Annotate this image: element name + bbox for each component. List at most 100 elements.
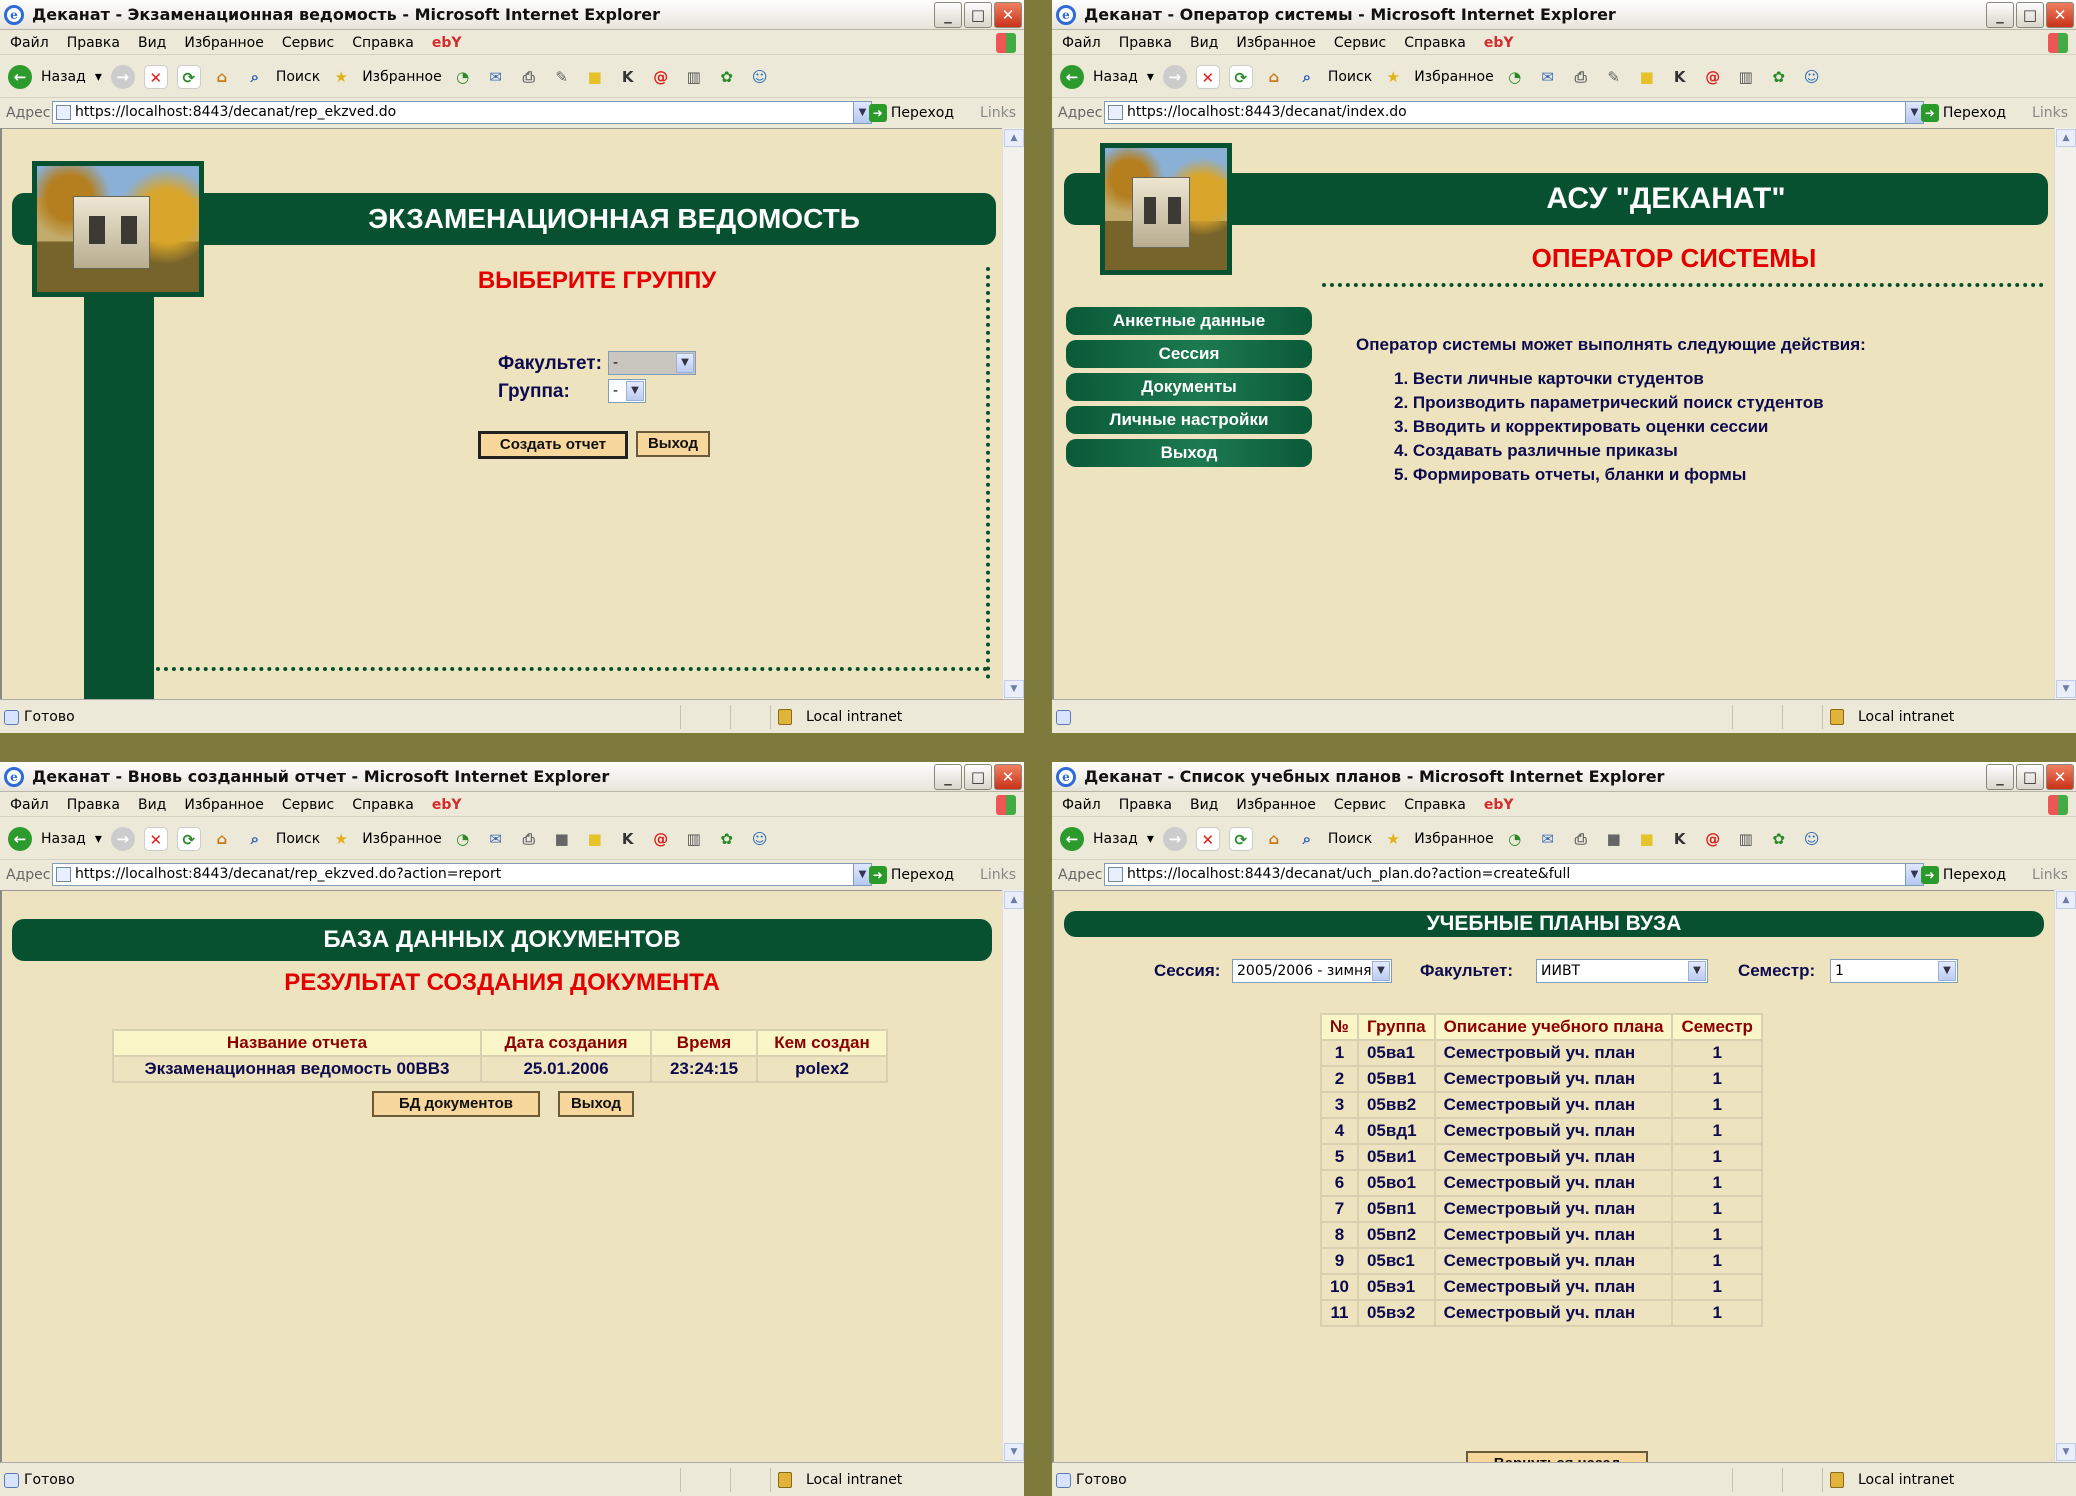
- mail-icon[interactable]: ✉: [1536, 827, 1560, 851]
- history-icon[interactable]: ◔: [1503, 827, 1527, 851]
- vertical-scrollbar[interactable]: ▲ ▼: [1002, 890, 1024, 1462]
- scroll-down-icon[interactable]: ▼: [1004, 1443, 1024, 1461]
- menu-view[interactable]: Вид: [138, 35, 166, 51]
- menu-favorites[interactable]: Избранное: [1236, 35, 1316, 51]
- table-row[interactable]: 9 05вс1 Семестровый уч. план 1: [1320, 1247, 1763, 1275]
- menu-file[interactable]: Файл: [1062, 35, 1101, 51]
- at-icon[interactable]: @: [649, 65, 673, 89]
- dropdown-arrow-icon[interactable]: ▾: [1147, 831, 1154, 847]
- search-icon[interactable]: ⌕: [1295, 827, 1319, 851]
- refresh-icon[interactable]: ⟳: [176, 64, 201, 89]
- search-label[interactable]: Поиск: [1328, 831, 1372, 847]
- dropdown-arrow-icon[interactable]: ▾: [95, 831, 102, 847]
- vertical-scrollbar[interactable]: ▲ ▼: [2054, 890, 2076, 1462]
- menu-favorites[interactable]: Избранное: [1236, 797, 1316, 813]
- ebay-icon[interactable]: ebY: [432, 797, 462, 813]
- links-label[interactable]: Links: [2032, 99, 2068, 127]
- plan-description-cell[interactable]: Семестровый уч. план: [1433, 1091, 1674, 1119]
- create-report-button[interactable]: Создать отчет: [478, 431, 628, 459]
- plan-description-cell[interactable]: Семестровый уч. план: [1433, 1143, 1674, 1171]
- edit-icon[interactable]: ✎: [550, 65, 574, 89]
- search-label[interactable]: Поиск: [276, 69, 320, 85]
- menu-edit[interactable]: Правка: [1119, 797, 1172, 813]
- plan-description-cell[interactable]: Семестровый уч. план: [1433, 1039, 1674, 1067]
- ebay-icon[interactable]: ebY: [432, 35, 462, 51]
- home-icon[interactable]: ⌂: [1262, 65, 1286, 89]
- title-bar[interactable]: e Деканат - Список учебных планов - Micr…: [1052, 762, 2076, 792]
- faculty-select[interactable]: ИИВТ ▼: [1536, 959, 1708, 983]
- exit-button[interactable]: Выход: [636, 431, 710, 457]
- at-icon[interactable]: @: [1701, 65, 1725, 89]
- menu-help[interactable]: Справка: [1404, 797, 1466, 813]
- menu-file[interactable]: Файл: [10, 35, 49, 51]
- notes-icon[interactable]: ■: [583, 827, 607, 851]
- back-label[interactable]: Назад: [41, 831, 86, 847]
- edit-icon[interactable]: ■: [1602, 827, 1626, 851]
- notes-icon[interactable]: ■: [1635, 827, 1659, 851]
- back-arrow-icon[interactable]: ←: [1060, 826, 1084, 851]
- vertical-scrollbar[interactable]: ▲ ▼: [1002, 128, 1024, 699]
- mail-icon[interactable]: ✉: [484, 827, 508, 851]
- search-icon[interactable]: ⌕: [243, 827, 267, 851]
- search-label[interactable]: Поиск: [1328, 69, 1372, 85]
- home-icon[interactable]: ⌂: [210, 65, 234, 89]
- address-input[interactable]: https://localhost:8443/decanat/rep_ekzve…: [52, 101, 872, 124]
- favorites-label[interactable]: Избранное: [1414, 831, 1494, 847]
- close-button[interactable]: ✕: [2046, 2, 2074, 28]
- menu-tools[interactable]: Сервис: [1334, 35, 1386, 51]
- messenger-icon[interactable]: ☺: [1800, 827, 1824, 851]
- gear-icon[interactable]: ✿: [715, 827, 739, 851]
- stop-icon[interactable]: ✕: [143, 826, 168, 851]
- research-icon[interactable]: ▥: [1734, 827, 1758, 851]
- report-name-cell[interactable]: Экзаменационная ведомость 00ВВ3: [112, 1055, 482, 1083]
- plan-description-cell[interactable]: Семестровый уч. план: [1433, 1117, 1674, 1145]
- menu-favorites[interactable]: Избранное: [184, 797, 264, 813]
- edit-icon[interactable]: ✎: [1602, 65, 1626, 89]
- stop-icon[interactable]: ✕: [1195, 826, 1220, 851]
- messenger-icon[interactable]: ☺: [748, 827, 772, 851]
- ebay-icon[interactable]: ebY: [1484, 797, 1514, 813]
- back-label[interactable]: Назад: [41, 69, 86, 85]
- menu-personal-settings[interactable]: Личные настройки: [1066, 406, 1312, 434]
- title-bar[interactable]: e Деканат - Экзаменационная ведомость - …: [0, 0, 1024, 30]
- forward-arrow-icon[interactable]: →: [110, 64, 135, 89]
- session-select[interactable]: 2005/2006 - зимняя ▼: [1232, 959, 1392, 983]
- table-row[interactable]: 6 05во1 Семестровый уч. план 1: [1320, 1169, 1763, 1197]
- favorites-label[interactable]: Избранное: [362, 831, 442, 847]
- favorites-star-icon[interactable]: ★: [1381, 65, 1405, 89]
- home-icon[interactable]: ⌂: [210, 827, 234, 851]
- go-button[interactable]: ➜ Переход: [1920, 864, 2006, 886]
- table-row[interactable]: Экзаменационная ведомость 00ВВ3 25.01.20…: [112, 1055, 888, 1083]
- menu-edit[interactable]: Правка: [67, 797, 120, 813]
- table-row[interactable]: 8 05вп2 Семестровый уч. план 1: [1320, 1221, 1763, 1249]
- forward-arrow-icon[interactable]: →: [1162, 64, 1187, 89]
- minimize-button[interactable]: _: [1986, 2, 2014, 28]
- close-button[interactable]: ✕: [994, 2, 1022, 28]
- k-icon[interactable]: K: [1668, 827, 1692, 851]
- forward-arrow-icon[interactable]: →: [1162, 826, 1187, 851]
- close-button[interactable]: ✕: [994, 764, 1022, 790]
- edit-icon[interactable]: ■: [550, 827, 574, 851]
- menu-edit[interactable]: Правка: [1119, 35, 1172, 51]
- go-button[interactable]: ➜ Переход: [1920, 102, 2006, 124]
- messenger-icon[interactable]: ☺: [1800, 65, 1824, 89]
- go-button[interactable]: ➜ Переход: [868, 864, 954, 886]
- menu-file[interactable]: Файл: [1062, 797, 1101, 813]
- k-icon[interactable]: K: [616, 827, 640, 851]
- table-row[interactable]: 4 05вд1 Семестровый уч. план 1: [1320, 1117, 1763, 1145]
- table-row[interactable]: 7 05вп1 Семестровый уч. план 1: [1320, 1195, 1763, 1223]
- scroll-up-icon[interactable]: ▲: [1004, 129, 1024, 147]
- menu-favorites[interactable]: Избранное: [184, 35, 264, 51]
- back-arrow-icon[interactable]: ←: [8, 64, 32, 89]
- table-row[interactable]: 5 05ви1 Семестровый уч. план 1: [1320, 1143, 1763, 1171]
- refresh-icon[interactable]: ⟳: [1228, 826, 1253, 851]
- history-icon[interactable]: ◔: [451, 65, 475, 89]
- vertical-scrollbar[interactable]: ▲ ▼: [2054, 128, 2076, 699]
- menu-help[interactable]: Справка: [1404, 35, 1466, 51]
- go-back-button[interactable]: Вернуться назад: [1466, 1451, 1648, 1462]
- back-arrow-icon[interactable]: ←: [8, 826, 32, 851]
- forward-arrow-icon[interactable]: →: [110, 826, 135, 851]
- at-icon[interactable]: @: [649, 827, 673, 851]
- refresh-icon[interactable]: ⟳: [176, 826, 201, 851]
- menu-help[interactable]: Справка: [352, 797, 414, 813]
